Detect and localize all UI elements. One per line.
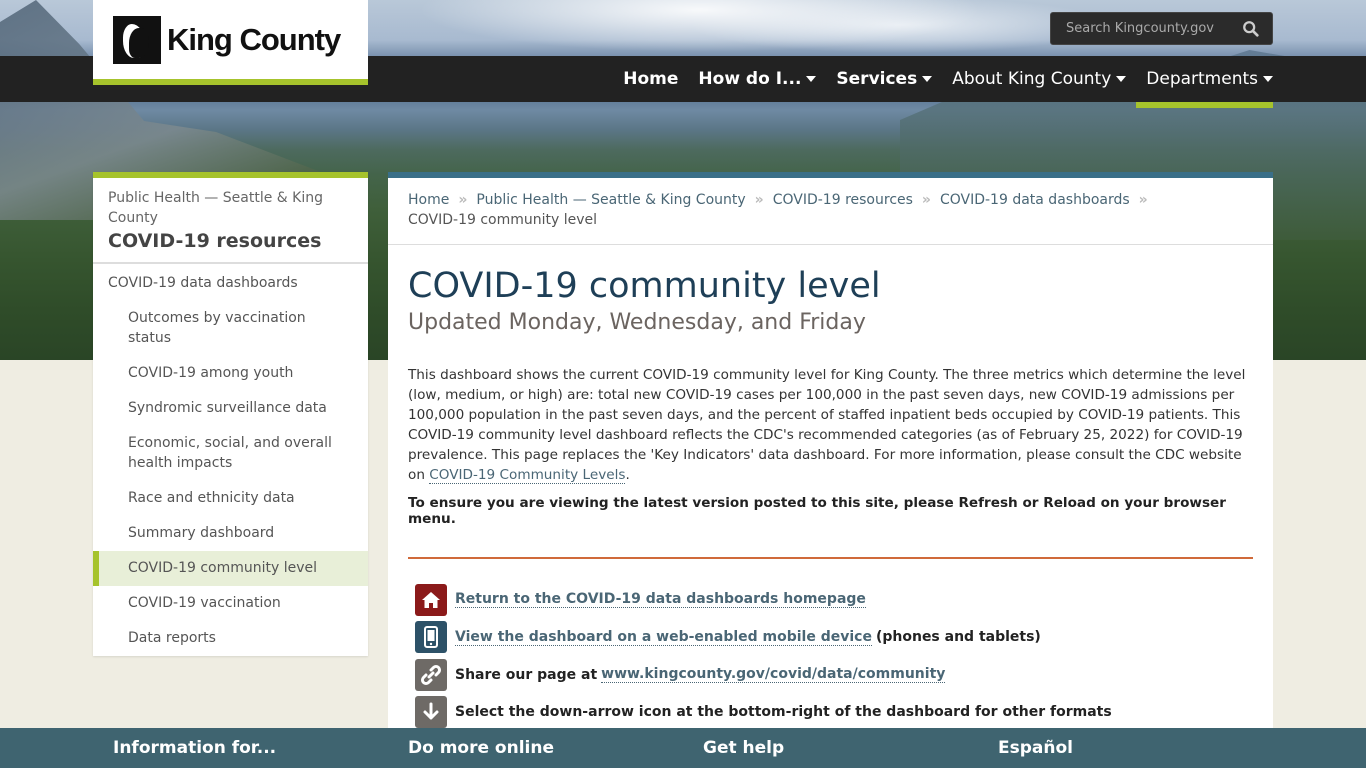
home-icon[interactable] — [415, 583, 447, 616]
link-row-mobile: View the dashboard on a web-enabled mobi… — [415, 619, 1273, 657]
refresh-notice: To ensure you are viewing the latest ver… — [408, 495, 1226, 527]
main-nav: Home How do I... Services About King Cou… — [613, 56, 1273, 108]
nav-services[interactable]: Services — [826, 56, 942, 102]
breadcrumb-current: COVID-19 community level — [408, 212, 598, 228]
sidebar-menu: COVID-19 data dashboards Outcomes by vac… — [93, 264, 368, 656]
intro-end: . — [625, 467, 630, 483]
breadcrumb-separator: » — [921, 192, 931, 208]
download-instructions: Select the down-arrow icon at the bottom… — [455, 704, 1112, 721]
footer: Information for... Do more online Get he… — [0, 728, 1366, 768]
sidebar-item-vaccination[interactable]: COVID-19 vaccination — [93, 586, 368, 621]
sidebar-item-race-ethnicity[interactable]: Race and ethnicity data — [93, 481, 368, 516]
mobile-dashboard-link[interactable]: View the dashboard on a web-enabled mobi… — [455, 629, 872, 646]
share-page-link[interactable]: www.kingcounty.gov/covid/data/community — [601, 666, 946, 684]
sidebar-item-community-level[interactable]: COVID-19 community level — [93, 551, 368, 586]
page-subtitle: Updated Monday, Wednesday, and Friday — [408, 310, 866, 335]
caret-down-icon — [922, 76, 933, 82]
sidebar-item-label[interactable]: Data reports — [93, 621, 368, 656]
mobile-icon[interactable] — [415, 621, 447, 654]
nav-about-label: About King County — [952, 69, 1112, 89]
search-icon[interactable] — [1242, 20, 1260, 38]
link-row-share: Share our page at www.kingcounty.gov/cov… — [415, 656, 1273, 694]
link-icon — [415, 658, 447, 691]
sidebar-item-label[interactable]: Outcomes by vaccination status — [93, 301, 368, 356]
sidebar-section-title[interactable]: COVID-19 resources — [108, 230, 353, 252]
page-title: COVID-19 community level — [408, 266, 881, 306]
sidebar-item-label[interactable]: COVID-19 community level — [93, 551, 368, 586]
nav-how-do-i[interactable]: How do I... — [688, 56, 826, 102]
link-row-download: Select the down-arrow icon at the bottom… — [415, 694, 1273, 732]
caret-down-icon — [1116, 76, 1127, 82]
sidebar-parent-link[interactable]: Public Health — Seattle & King County — [108, 188, 353, 228]
breadcrumb-data-dashboards[interactable]: COVID-19 data dashboards — [940, 192, 1130, 208]
sidebar-item-among-youth[interactable]: COVID-19 among youth — [93, 356, 368, 391]
sidebar-item-label[interactable]: Race and ethnicity data — [93, 481, 368, 516]
sidebar-item-label[interactable]: COVID-19 among youth — [93, 356, 368, 391]
king-county-logo-icon — [113, 15, 161, 64]
nav-departments[interactable]: Departments — [1136, 56, 1273, 108]
footer-espanol[interactable]: Español — [998, 738, 1073, 758]
main-content: Home » Public Health — Seattle & King Coun… — [388, 172, 1273, 731]
action-links: Return to the COVID-19 data dashboards h… — [415, 581, 1273, 731]
caret-down-icon — [1263, 76, 1273, 82]
nav-departments-label: Departments — [1146, 69, 1258, 89]
breadcrumb-separator: » — [754, 192, 764, 208]
breadcrumb-covid-resources[interactable]: COVID-19 resources — [773, 192, 913, 208]
sidebar-item-economic-social[interactable]: Economic, social, and overall health imp… — [93, 426, 368, 481]
footer-do-more-online[interactable]: Do more online — [408, 738, 554, 758]
sidebar-item-syndromic-surveillance[interactable]: Syndromic surveillance data — [93, 391, 368, 426]
logo-text: King County — [167, 21, 341, 57]
link-row-dashboards-home: Return to the COVID-19 data dashboards h… — [415, 581, 1273, 619]
search-box — [1050, 12, 1273, 45]
footer-information-for[interactable]: Information for... — [113, 738, 276, 758]
footer-get-help[interactable]: Get help — [703, 738, 784, 758]
sidebar-item-label[interactable]: COVID-19 data dashboards — [93, 264, 368, 301]
share-prefix: Share our page at — [455, 666, 598, 683]
breadcrumb-public-health[interactable]: Public Health — Seattle & King County — [476, 192, 745, 208]
intro-text: This dashboard shows the current COVID-1… — [408, 367, 1246, 483]
sidebar-item-outcomes-vaccination[interactable]: Outcomes by vaccination status — [93, 301, 368, 356]
breadcrumb-separator: » — [1138, 192, 1148, 208]
nav-home-label: Home — [623, 69, 679, 89]
sidebar-item-label[interactable]: Summary dashboard — [93, 516, 368, 551]
sidebar-item-label[interactable]: Syndromic surveillance data — [93, 391, 368, 426]
breadcrumb: Home » Public Health — Seattle & King Coun… — [388, 178, 1273, 245]
search-input[interactable] — [1066, 21, 1236, 36]
intro-paragraph: This dashboard shows the current COVID-1… — [408, 365, 1253, 485]
down-arrow-icon — [415, 696, 447, 729]
nav-how-do-i-label: How do I... — [698, 69, 802, 89]
nav-home[interactable]: Home — [613, 56, 688, 102]
sidebar-item-label[interactable]: COVID-19 vaccination — [93, 586, 368, 621]
sidebar-header: Public Health — Seattle & King County CO… — [93, 178, 368, 264]
section-divider — [408, 557, 1253, 559]
sidebar: Public Health — Seattle & King County CO… — [93, 172, 368, 656]
caret-down-icon — [806, 76, 817, 82]
sidebar-item-summary-dashboard[interactable]: Summary dashboard — [93, 516, 368, 551]
breadcrumb-home[interactable]: Home — [408, 192, 449, 208]
nav-about-king-county[interactable]: About King County — [942, 56, 1136, 102]
cdc-community-levels-link[interactable]: COVID-19 Community Levels — [429, 467, 626, 484]
sidebar-item-label[interactable]: Economic, social, and overall health imp… — [93, 426, 368, 481]
breadcrumb-separator: » — [458, 192, 468, 208]
sidebar-item-data-dashboards[interactable]: COVID-19 data dashboards — [93, 264, 368, 301]
dashboards-homepage-link[interactable]: Return to the COVID-19 data dashboards h… — [455, 591, 866, 609]
king-county-logo[interactable]: King County — [93, 0, 368, 85]
sidebar-item-data-reports[interactable]: Data reports — [93, 621, 368, 656]
nav-services-label: Services — [836, 69, 918, 89]
mobile-link-suffix: (phones and tablets) — [875, 629, 1041, 646]
